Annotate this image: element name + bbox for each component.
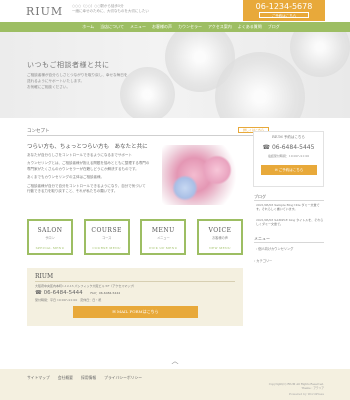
menu-card-label: SPECIAL MENU xyxy=(35,246,65,250)
hero-text-line: お気軽にご相談ください。 xyxy=(27,85,71,89)
footer-link-recruit[interactable]: 採用情報 xyxy=(81,375,96,381)
menu-card-label: PICK UP MENU xyxy=(149,246,178,250)
nav-item-counselor[interactable]: カウンセラー xyxy=(178,22,202,32)
site-logo[interactable]: RIUM xyxy=(26,5,63,18)
nav-item-home[interactable]: ホーム xyxy=(82,22,94,32)
nav-item-menu[interactable]: メニュー xyxy=(130,22,146,32)
access-box: RIUM 大阪府中央区内本町1-12-13 パシフィック大阪ビル 5F（アクセス… xyxy=(27,268,243,326)
menu-card-subtitle: お客様の声 xyxy=(212,236,228,240)
menu-card-title: SALON xyxy=(37,227,63,234)
menu-card-title: VOICE xyxy=(208,227,232,234)
sidebar-category-link[interactable]: › カテゴリー xyxy=(254,258,272,263)
flower-petal-decoration xyxy=(172,175,198,201)
nav-item-about[interactable]: 当店について xyxy=(100,22,124,32)
menu-card-subtitle: サロン xyxy=(45,236,55,240)
site-footer: サイトマップ 会社概要 採用情報 プライバシーポリシー Copyright(C)… xyxy=(0,369,350,400)
nav-item-blog[interactable]: ブログ xyxy=(268,22,280,32)
nav-item-voice[interactable]: お客様の声 xyxy=(152,22,172,32)
menu-card-title: MENU xyxy=(151,227,175,234)
menu-card-menu[interactable]: MENU メニュー PICK UP MENU xyxy=(140,219,187,255)
sidebar-reserve-button-label: ご予約はこちら xyxy=(278,168,304,172)
access-tel: ☎ 06-6484-5444 FAX：06-6484-5444 xyxy=(35,290,120,296)
menu-card-label: COURSE MENU xyxy=(92,246,121,250)
concept-body-line: 専門家がたくさんのカウンセラーが在籍しどうにか解決するものです。 xyxy=(27,166,139,171)
mail-form-button-label: MAIL FORMはこちら xyxy=(116,309,159,314)
concept-body-line: 行動できる力を取り戻すこと、それが私たちの願いです。 xyxy=(27,189,118,194)
sidebar-reserve-label: RIUM 予約はこちら xyxy=(272,135,305,139)
tagline-line: 一緒に幸せのために、大切なものを大切にしたい xyxy=(72,9,149,13)
access-title: RIUM xyxy=(35,273,54,280)
hero-title: いつもご相談者様と共に xyxy=(27,61,110,69)
concept-body: あなたが自分らしさをコントロールできるようになるまでサポート カウンセリングとは… xyxy=(27,153,157,194)
sidebar-category-label: カテゴリー xyxy=(256,259,273,263)
footer-link-sitemap[interactable]: サイトマップ xyxy=(27,375,50,381)
menu-card-title: COURSE xyxy=(91,227,122,234)
menu-card-subtitle: メニュー xyxy=(156,236,170,240)
access-hours: 受付時間：平日 10:00〜21:00 定休日：日・祝 xyxy=(35,298,102,302)
hero-image: いつもご相談者様と共に ご相談者様が自分らしさとつながりを取り戻し、幸せな毎日を… xyxy=(0,32,350,118)
hero-text: ご相談者様が自分らしさとつながりを取り戻し、幸せな毎日を 送れるようにサポートい… xyxy=(27,72,157,90)
sidebar-divider xyxy=(254,242,324,243)
menu-card-label: NEW MENU xyxy=(209,246,231,250)
menu-card-salon[interactable]: SALON サロン SPECIAL MENU xyxy=(27,219,73,255)
access-fax: FAX：06-6484-5444 xyxy=(90,291,121,295)
sidebar-menu-link-label: 個人向けカウンセリング xyxy=(258,247,294,251)
footer-credit: Powered by WordPress xyxy=(288,392,324,396)
phone-icon: ☎ xyxy=(262,144,272,151)
access-address: 大阪府中央区内本町1-12-13 パシフィック大阪ビル 5F（アクセスマップ） xyxy=(35,284,137,288)
site-tagline: ○○○（○○）○○駅から徒歩5分 一緒に幸せのために、大切なものを大切にしたい xyxy=(72,4,192,14)
access-divider xyxy=(35,281,235,282)
sidebar-reserve-box: RIUM 予約はこちら ☎ 06-6484-5445 電話受付時間：10:00〜… xyxy=(253,131,324,187)
sidebar-tel-number[interactable]: 06-6484-5445 xyxy=(272,144,315,151)
header-tel-box[interactable]: 06-1234-5678 ご予約はこちら xyxy=(243,0,325,21)
concept-lead: つらい方も、ちょっとつらい方も あなたと共に xyxy=(27,144,148,150)
global-nav: ホーム 当店について メニュー お客様の声 カウンセラー アクセス案内 よくある… xyxy=(0,22,350,32)
flower-petal-decoration xyxy=(202,155,232,185)
header-tel-number[interactable]: 06-1234-5678 xyxy=(243,0,325,12)
mail-form-button[interactable]: ✉ MAIL FORMはこちら xyxy=(73,306,198,318)
section-divider xyxy=(27,135,270,136)
page: RIUM ○○○（○○）○○駅から徒歩5分 一緒に幸せのために、大切なものを大切… xyxy=(0,0,350,400)
header-reserve-link[interactable]: ご予約はこちら xyxy=(259,12,309,18)
access-tel-number[interactable]: 06-6484-5444 xyxy=(44,290,83,296)
nav-item-access[interactable]: アクセス案内 xyxy=(208,22,232,32)
flower-photo xyxy=(162,145,242,205)
site-header: RIUM ○○○（○○）○○駅から徒歩5分 一緒に幸せのために、大切なものを大切… xyxy=(0,0,350,22)
menu-card-course[interactable]: COURSE コース COURSE MENU xyxy=(83,219,130,255)
sidebar-hours: 電話受付時間：10:00〜21:00 xyxy=(267,154,310,158)
sidebar-blog-item[interactable]: 2021/06/03 Sample Blog title ダミー文章です。それら… xyxy=(256,203,324,212)
sidebar-tel[interactable]: ☎ 06-6484-5445 xyxy=(254,144,323,151)
menu-grid: SALON サロン SPECIAL MENU COURSE コース COURSE… xyxy=(27,219,243,255)
hero-flower-decoration xyxy=(290,32,350,77)
footer-links: サイトマップ 会社概要 採用情報 プライバシーポリシー xyxy=(27,375,142,381)
nav-item-faq[interactable]: よくある質問 xyxy=(238,22,262,32)
sidebar-blog-item[interactable]: 2021/06/03 SAMPLE blog タイトルを、それらしくダミー文章で… xyxy=(256,218,324,227)
menu-card-voice[interactable]: VOICE お客様の声 NEW MENU xyxy=(196,219,243,255)
sidebar-menu-link[interactable]: › 個人向けカウンセリング xyxy=(256,246,293,251)
sidebar-reserve-button[interactable]: ✉ ご予約はこちら xyxy=(261,165,317,175)
back-to-top-button[interactable]: ︿ xyxy=(168,357,182,365)
phone-icon: ☎ xyxy=(35,290,44,296)
copyright: Copyright(C) RIUM All Rights Reserved. T… xyxy=(244,382,324,390)
footer-link-privacy[interactable]: プライバシーポリシー xyxy=(104,375,142,381)
copyright-line: Theme : アテリア xyxy=(301,386,324,390)
concept-section-title: コンセプト xyxy=(27,129,50,134)
sidebar-divider xyxy=(254,200,324,201)
footer-link-company[interactable]: 会社概要 xyxy=(58,375,73,381)
menu-card-subtitle: コース xyxy=(101,236,112,240)
